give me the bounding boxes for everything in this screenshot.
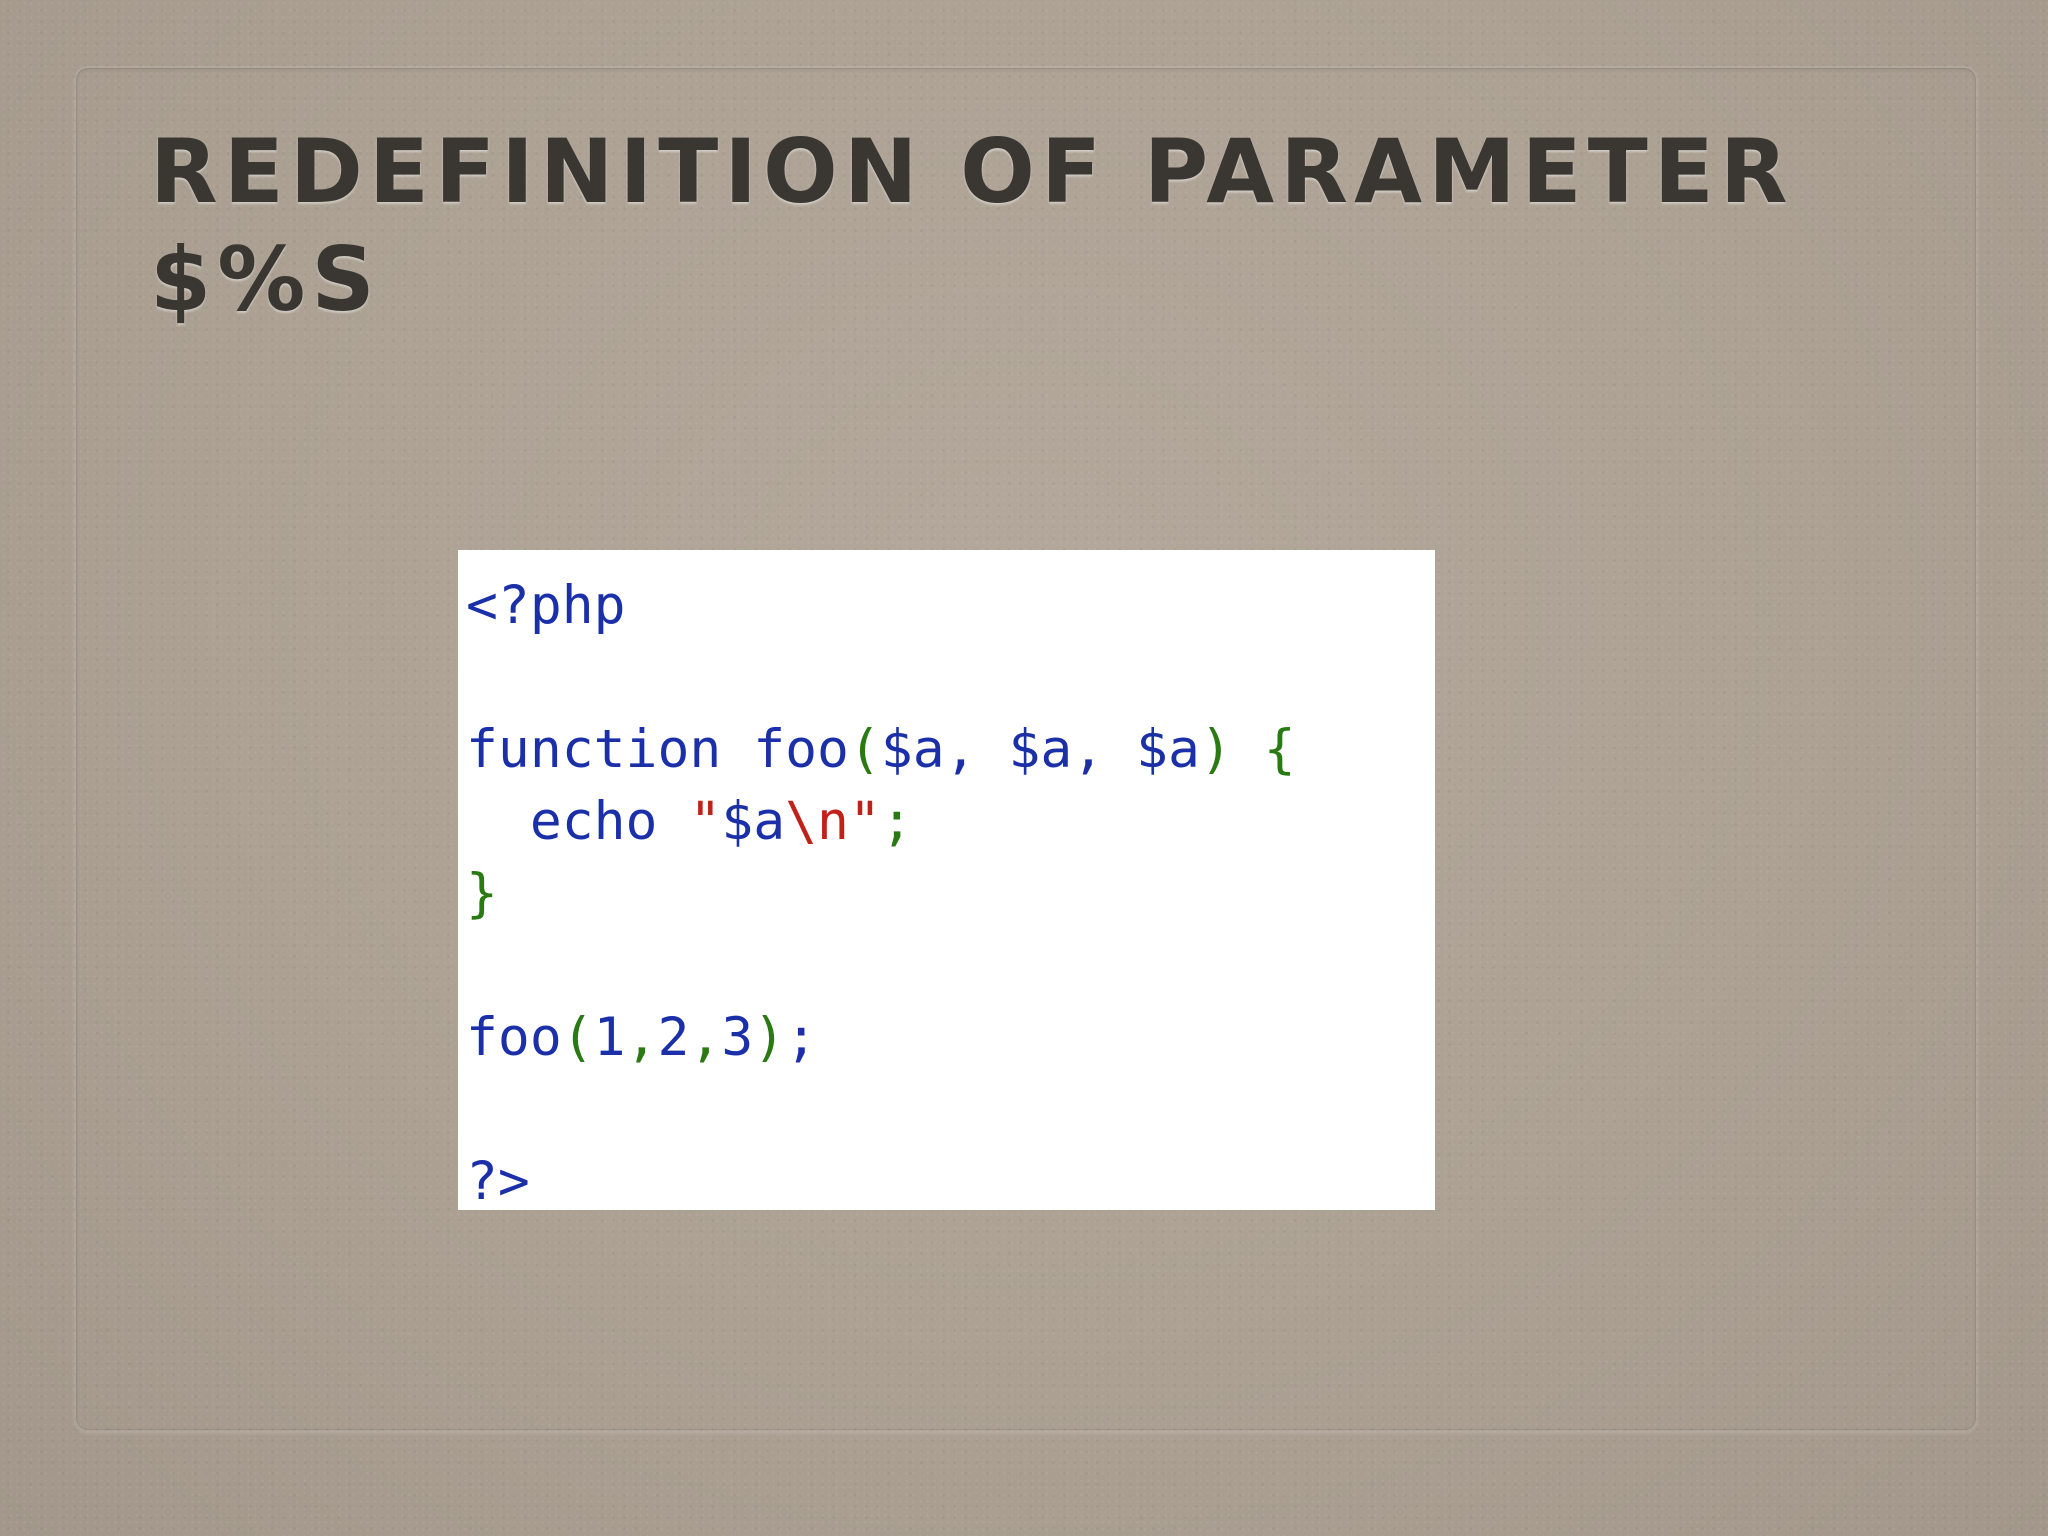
code-line-5: } [466, 863, 498, 924]
function-params: $a, $a, $a [880, 719, 1200, 780]
string-escape: \n [785, 791, 849, 852]
code-line-3: function foo($a, $a, $a) { [466, 719, 1296, 780]
call-semicolon: ; [785, 1007, 818, 1068]
code-line-1: <?php [466, 575, 626, 636]
function-name: foo [721, 719, 849, 780]
code-listing: <?php function foo($a, $a, $a) { echo "$… [466, 570, 1435, 1218]
arg-1: 1 [593, 1007, 626, 1068]
code-line-4: echo "$a\n"; [466, 791, 913, 852]
call-paren-close: ) [753, 1007, 786, 1068]
slide-title-line-2: $%s [150, 228, 381, 331]
slide-title-line-1: Redefinition of parameter [150, 120, 1794, 223]
arg-2: 2 [657, 1007, 690, 1068]
paren-open: ( [848, 719, 881, 780]
paren-close: ) [1199, 719, 1232, 780]
string-quote-open: " [689, 791, 722, 852]
code-line-9: ?> [466, 1151, 530, 1212]
comma-2: , [689, 1007, 722, 1068]
semicolon: ; [880, 791, 913, 852]
call-paren-open: ( [561, 1007, 594, 1068]
arg-3: 3 [721, 1007, 754, 1068]
brace-close: } [466, 863, 498, 924]
call-name: foo [466, 1007, 562, 1068]
php-open-tag: <?php [466, 575, 626, 636]
php-close-tag: ?> [466, 1151, 530, 1212]
code-block: <?php function foo($a, $a, $a) { echo "$… [458, 550, 1435, 1212]
brace-open: { [1231, 719, 1296, 780]
string-quote-close: " [848, 791, 881, 852]
comma-1: , [625, 1007, 658, 1068]
echo-keyword: echo [529, 791, 658, 852]
slide-title: Redefinition of parameter $%s [150, 118, 1870, 334]
function-keyword: function [466, 719, 722, 780]
code-line-7: foo(1,2,3); [466, 1007, 817, 1068]
string-variable: $a [721, 791, 786, 852]
